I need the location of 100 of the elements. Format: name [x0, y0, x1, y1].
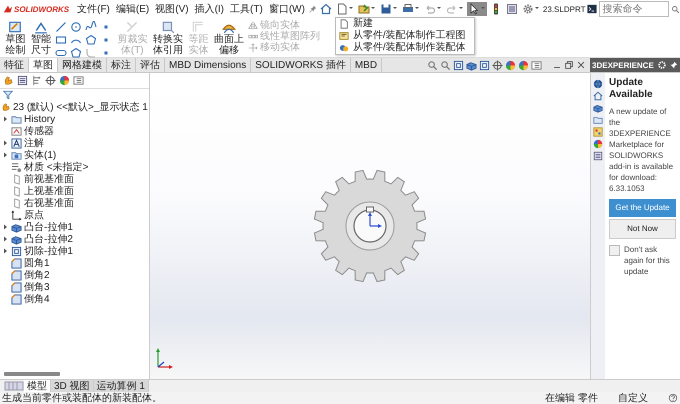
open-button[interactable]	[356, 2, 377, 16]
tree-item[interactable]: 倒角3	[0, 281, 149, 293]
zoom-area-icon[interactable]	[440, 60, 451, 70]
part-icon	[1, 102, 11, 112]
properties-icon[interactable]	[593, 151, 603, 161]
filter-icon[interactable]	[3, 90, 13, 100]
parts-library-icon[interactable]	[593, 103, 603, 113]
save-button[interactable]	[378, 2, 399, 16]
line-icon[interactable]	[55, 21, 67, 33]
menu-item[interactable]: 编辑(E)	[114, 2, 152, 16]
ribbon-button[interactable]: 转换实体引用	[152, 20, 184, 56]
sketch-icon	[8, 20, 22, 34]
close-icon[interactable]	[576, 60, 586, 70]
ribbon-tab[interactable]: 草图	[29, 58, 58, 72]
feature-manager-icon[interactable]	[3, 75, 14, 86]
file-properties-button[interactable]	[504, 2, 519, 16]
not-now-button[interactable]: Not Now	[609, 219, 676, 239]
menu-item[interactable]: 插入(I)	[192, 2, 226, 16]
app-logo: SOLIDWORKS	[14, 4, 70, 14]
tree-item[interactable]: 右视基准面	[0, 197, 149, 209]
new-document-icon	[336, 3, 348, 15]
model-tab[interactable]: 模型	[24, 380, 51, 392]
tree-item[interactable]: 圆角1	[0, 257, 149, 269]
ribbon-button[interactable]: 草图绘制	[4, 20, 26, 56]
plane-icon	[11, 174, 22, 184]
tree-item[interactable]: History	[0, 113, 149, 125]
tree-item[interactable]: 原点	[0, 209, 149, 221]
logo-icon	[3, 4, 13, 14]
view-palette-icon[interactable]	[593, 127, 603, 137]
axis-triad-icon	[154, 347, 174, 369]
tree-item[interactable]: 传感器	[0, 125, 149, 137]
update-message: A new update of the 3DEXPERIENCE Marketplace for SOLIDWORKS add-in is available for download: 6.33.1053	[609, 106, 674, 194]
pin-icon[interactable]	[669, 60, 678, 70]
search-icon[interactable]	[671, 4, 680, 14]
options-button[interactable]	[520, 2, 541, 16]
spline-icon[interactable]	[85, 21, 97, 33]
tree-item[interactable]: 23 (默认) <<默认>_显示状态 1	[0, 101, 149, 113]
model-tab[interactable]: 3D 视图	[51, 380, 94, 392]
polygon-icon[interactable]	[85, 34, 97, 46]
menu-item[interactable]: 文件(F)	[75, 2, 112, 16]
ribbon-button[interactable]: 智能尺寸	[30, 20, 52, 56]
checkbox-label: Don't ask again for this update	[624, 244, 671, 277]
restore-icon[interactable]	[564, 60, 574, 70]
tree-item[interactable]: 凸台-拉伸2	[0, 233, 149, 245]
menu-item[interactable]: 从零件/装配体制作装配体	[336, 42, 474, 54]
tree-item[interactable]: 凸台-拉伸1	[0, 221, 149, 233]
tree-item[interactable]: 前视基准面	[0, 173, 149, 185]
menu-item[interactable]: 视图(V)	[153, 2, 191, 16]
tree-item[interactable]: 切除-拉伸1	[0, 245, 149, 257]
settings-icon[interactable]	[657, 60, 667, 70]
zoom-fit-icon[interactable]	[427, 60, 438, 70]
pin-icon[interactable]	[308, 5, 317, 13]
property-manager-icon[interactable]	[17, 75, 28, 86]
terminal-icon[interactable]	[587, 4, 598, 14]
configuration-icon[interactable]	[31, 75, 42, 86]
print-icon	[402, 3, 414, 15]
file-explorer-icon[interactable]	[593, 115, 603, 125]
checkbox[interactable]	[609, 245, 620, 256]
select-button[interactable]	[466, 2, 487, 16]
tree-item[interactable]: 注解	[0, 137, 149, 149]
options-icon	[522, 3, 534, 15]
scene-icon[interactable]	[518, 60, 529, 70]
assembly-icon	[338, 43, 349, 53]
home-button[interactable]	[318, 2, 333, 16]
home-icon	[320, 3, 332, 15]
tree-item[interactable]: 上视基准面	[0, 185, 149, 197]
model-tab[interactable]: 运动算例 1	[94, 380, 149, 392]
menu-item[interactable]: 窗口(W)	[266, 2, 307, 16]
tree-item[interactable]: 倒角2	[0, 269, 149, 281]
globe-icon[interactable]	[593, 79, 603, 89]
tree-item[interactable]: 倒角4	[0, 293, 149, 305]
home-icon[interactable]	[593, 91, 603, 101]
slot-icon[interactable]	[55, 47, 67, 59]
plane-icon	[11, 186, 22, 196]
appearance-icon[interactable]	[593, 139, 603, 149]
trim-icon	[125, 20, 140, 34]
cut-extrude-icon	[11, 246, 22, 256]
appearance-icon[interactable]	[505, 60, 516, 70]
update-title: Update Available	[609, 77, 654, 101]
view-orientation-icon[interactable]	[466, 60, 477, 70]
appearance-icon[interactable]	[59, 75, 70, 86]
expand-arrow-icon[interactable]	[2, 115, 9, 123]
menu-item[interactable]: 从零件/装配体制作工程图	[336, 30, 474, 42]
status-message: 生成当前零件或装配体的新装配体。	[2, 392, 162, 404]
chamfer-icon	[11, 294, 22, 304]
tree-item[interactable]: 材质 <未指定>	[0, 161, 149, 173]
chamfer-icon	[11, 282, 22, 292]
search-field[interactable]: 搜索命令	[599, 1, 670, 17]
save-icon	[380, 3, 392, 15]
horizontal-scrollbar[interactable]	[4, 372, 60, 376]
menu-item[interactable]: 新建	[336, 18, 474, 30]
menu-item[interactable]: 工具(T)	[228, 2, 265, 16]
offset-icon	[191, 20, 206, 34]
rectangle-icon[interactable]	[55, 34, 67, 46]
plane-icon	[11, 198, 22, 208]
polygon-icon[interactable]	[70, 47, 82, 59]
circle-icon[interactable]	[70, 21, 82, 33]
tree-item[interactable]: 实体(1)	[0, 149, 149, 161]
units[interactable]: 自定义	[618, 391, 648, 404]
ribbon-button[interactable]: 曲面上偏移	[212, 20, 245, 56]
